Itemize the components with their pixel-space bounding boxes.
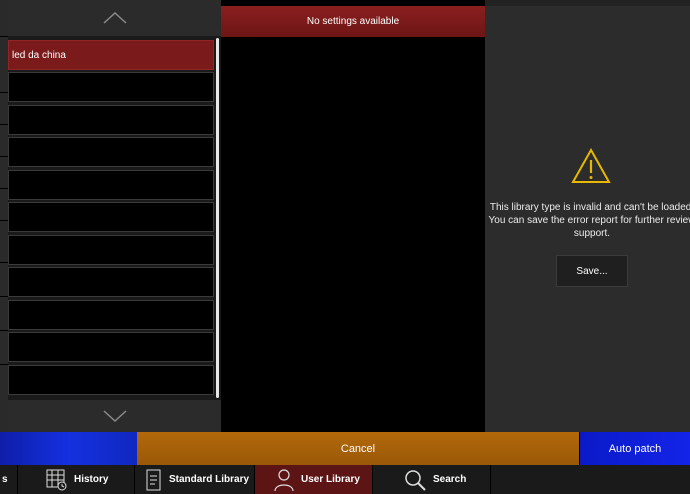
tab-empty [491, 465, 690, 494]
list-item[interactable] [8, 365, 214, 395]
list-scrollbar[interactable] [216, 38, 219, 398]
auto-patch-button[interactable]: Auto patch [580, 432, 690, 465]
auto-patch-label: Auto patch [608, 442, 662, 455]
list-item-label: led da china [12, 49, 66, 61]
error-message-line-3: support. [573, 228, 611, 239]
search-icon [403, 468, 427, 492]
tab-search[interactable]: Search [373, 465, 491, 494]
tab-user-library-label: User Library [301, 474, 360, 485]
cancel-button[interactable]: Cancel [137, 432, 579, 465]
history-icon [46, 469, 68, 491]
tab-standard-library[interactable]: Standard Library [135, 465, 255, 494]
chevron-up-icon [102, 11, 127, 24]
tab-partial-label: s [2, 474, 8, 485]
scroll-up-button[interactable] [8, 0, 221, 36]
tab-partial[interactable]: s [0, 465, 18, 494]
warning-icon [571, 147, 611, 184]
list-item[interactable] [8, 137, 214, 167]
list-item[interactable] [8, 202, 214, 232]
list-item[interactable] [8, 332, 214, 362]
list-item[interactable]: led da china [8, 40, 214, 70]
settings-header-label: No settings available [306, 16, 400, 27]
list-item[interactable] [8, 300, 214, 330]
standard-library-icon [145, 469, 163, 491]
bottom-tab-bar: s History Standard Library User Library … [0, 465, 690, 494]
user-icon [273, 468, 295, 492]
tab-history[interactable]: History [18, 465, 135, 494]
tab-history-label: History [74, 474, 109, 485]
save-button-label: Save... [576, 265, 608, 277]
left-column-sliver [0, 0, 8, 432]
error-message: This library type is invalid and can't b… [487, 201, 690, 240]
tab-standard-library-label: Standard Library [169, 474, 250, 485]
save-error-report-button[interactable]: Save... [556, 255, 628, 287]
list-item[interactable] [8, 105, 214, 135]
settings-header: No settings available [221, 6, 485, 37]
list-item[interactable] [8, 72, 214, 102]
list-item[interactable] [8, 267, 214, 297]
scroll-down-button[interactable] [8, 400, 221, 432]
action-bar-left-segment[interactable] [0, 432, 137, 465]
chevron-down-icon [102, 410, 127, 423]
list-item[interactable] [8, 170, 214, 200]
tab-search-label: Search [433, 474, 467, 485]
error-message-line-2: You can save the error report for furthe… [488, 215, 690, 226]
error-message-line-1: This library type is invalid and can't b… [489, 202, 690, 213]
error-panel-top [485, 0, 690, 6]
settings-area [221, 37, 485, 432]
tab-user-library[interactable]: User Library [255, 465, 373, 494]
cancel-button-label: Cancel [340, 442, 376, 455]
list-item[interactable] [8, 235, 214, 265]
